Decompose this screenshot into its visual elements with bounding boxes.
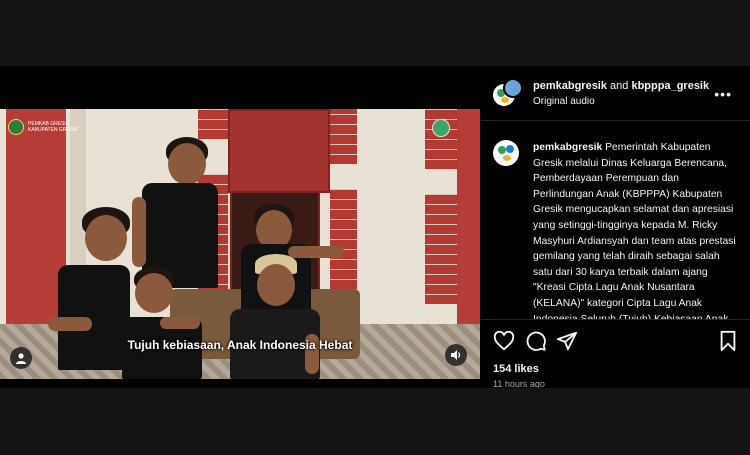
collaborator-avatar[interactable] xyxy=(503,78,523,98)
heart-icon[interactable] xyxy=(493,330,515,352)
more-options-icon[interactable]: ••• xyxy=(714,86,732,102)
author-secondary-link[interactable]: kbpppa_gresik xyxy=(631,80,709,92)
child-front xyxy=(120,267,210,379)
regency-logo: PEMKAB GRESIK KABUPATEN GRESIK xyxy=(8,119,78,135)
caption-area: pemkabgresik Pemerintah Kabupaten Gresik… xyxy=(481,121,750,319)
post-header: pemkabgresik and kbpppa_gresik Original … xyxy=(481,66,750,121)
mute-toggle-button[interactable] xyxy=(445,344,467,366)
video-subtitle: Tujuh kebiasaan, Anak Indonesia Hebat xyxy=(127,338,353,352)
user-icon xyxy=(16,353,26,364)
scene-brick xyxy=(425,109,457,169)
scene-brick xyxy=(198,109,228,139)
scene-door xyxy=(228,109,330,193)
post-actions: 154 likes 11 hours ago xyxy=(481,319,750,389)
share-icon[interactable] xyxy=(556,330,578,352)
video-player[interactable]: PEMKAB GRESIK KABUPATEN GRESIK Tujuh keb… xyxy=(0,109,480,379)
post-authors: pemkabgresik and kbpppa_gresik xyxy=(533,80,709,92)
bookmark-icon[interactable] xyxy=(717,330,739,352)
instagram-post: PEMKAB GRESIK KABUPATEN GRESIK Tujuh keb… xyxy=(0,66,750,389)
audio-label[interactable]: Original audio xyxy=(533,96,595,107)
author-conjunction: and xyxy=(610,80,629,92)
caption-author-link[interactable]: pemkabgresik xyxy=(533,142,602,153)
post-side-panel: pemkabgresik and kbpppa_gresik Original … xyxy=(481,66,750,389)
likes-count[interactable]: 154 likes xyxy=(493,363,539,375)
scene-brick xyxy=(330,109,357,164)
page-backdrop-top xyxy=(0,0,750,66)
caption-avatar[interactable] xyxy=(493,140,519,166)
seal-icon xyxy=(8,119,24,135)
scene-pillar xyxy=(457,109,480,324)
author-primary-link[interactable]: pemkabgresik xyxy=(533,80,607,92)
caption-body: Pemerintah Kabupaten Gresik melalui Dina… xyxy=(533,142,736,319)
post-caption: pemkabgresik Pemerintah Kabupaten Gresik… xyxy=(533,140,741,319)
tagged-users-button[interactable] xyxy=(10,347,32,369)
scene-brick xyxy=(425,194,457,304)
page-backdrop-bottom xyxy=(0,388,750,455)
comment-icon[interactable] xyxy=(525,330,547,352)
agency-logo-icon xyxy=(432,119,450,137)
child-cap xyxy=(210,254,340,379)
logo-line-2: KABUPATEN GRESIK xyxy=(28,127,78,133)
speaker-icon xyxy=(451,350,461,360)
